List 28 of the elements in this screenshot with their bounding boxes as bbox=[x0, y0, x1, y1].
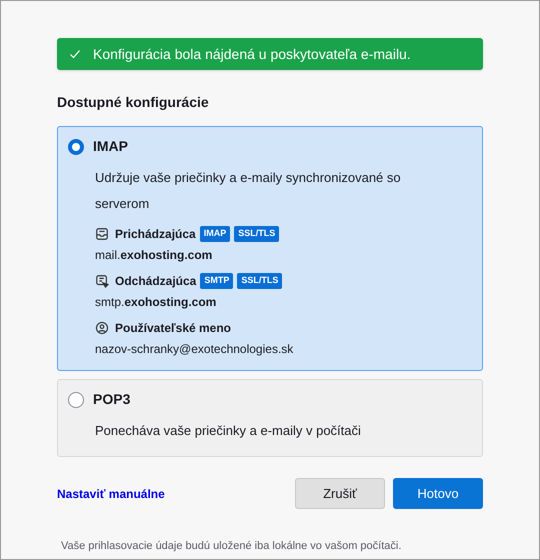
protocol-badge: SSL/TLS bbox=[234, 226, 280, 242]
inbox-icon bbox=[95, 227, 109, 241]
config-option[interactable] bbox=[57, 126, 483, 371]
protocol-badge: SSL/TLS bbox=[237, 273, 282, 289]
option-description: Udržuje vaše priečinky a e-maily synchronizované so serverom bbox=[95, 169, 402, 213]
done-button[interactable]: Hotovo bbox=[393, 478, 483, 509]
radio-button[interactable] bbox=[68, 138, 84, 154]
detail-label: Prichádzajúca bbox=[115, 226, 196, 243]
option-title: POP3 bbox=[93, 390, 130, 409]
option-title: IMAP bbox=[93, 137, 128, 156]
section-heading: Dostupné konfigurácie bbox=[57, 93, 210, 112]
radio-button[interactable] bbox=[68, 392, 84, 408]
detail-label: Používateľské meno bbox=[115, 320, 231, 337]
user-icon bbox=[95, 321, 109, 335]
protocol-badge: IMAP bbox=[200, 226, 230, 242]
detail-value: smtp.exohosting.com bbox=[95, 294, 218, 311]
check-icon bbox=[69, 48, 81, 60]
protocol-badge: SMTP bbox=[200, 273, 234, 289]
send-icon bbox=[95, 274, 109, 288]
banner-text: Konfigurácia bola nájdená u poskytovateľa e-mailu. bbox=[93, 44, 411, 64]
detail-value: nazov-schranky@exotechnologies.sk bbox=[95, 341, 294, 358]
config-option[interactable]: POP3 Ponecháva vaše priečinky a e-maily v počítači bbox=[57, 379, 483, 457]
footer-note: Vaše prihlasovacie údaje budú uložené iba lokálne vo vašom počítači. bbox=[61, 539, 402, 554]
cancel-button[interactable]: Zrušiť bbox=[295, 478, 385, 509]
detail-value: mail.exohosting.com bbox=[95, 247, 214, 264]
manual-setup-link[interactable]: Nastaviť manuálne bbox=[57, 484, 165, 502]
option-description: Ponecháva vaše priečinky a e-maily v počítači bbox=[95, 422, 362, 440]
detail-label: Odchádzajúca bbox=[115, 273, 196, 290]
